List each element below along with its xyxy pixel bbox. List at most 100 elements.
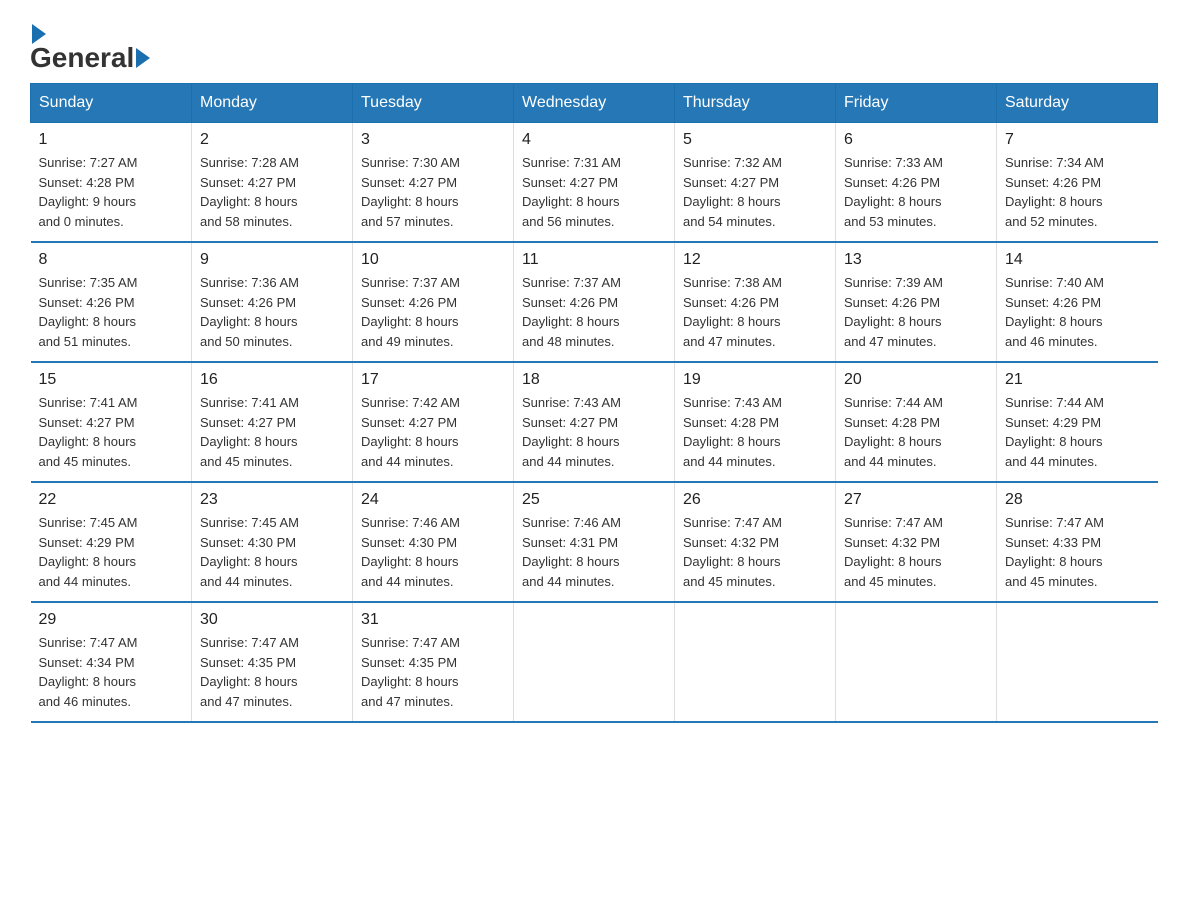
- day-info: Sunrise: 7:35 AM Sunset: 4:26 PM Dayligh…: [39, 273, 184, 351]
- logo: General: [30, 20, 150, 73]
- calendar-cell: 26 Sunrise: 7:47 AM Sunset: 4:32 PM Dayli…: [675, 482, 836, 602]
- day-info: Sunrise: 7:37 AM Sunset: 4:26 PM Dayligh…: [361, 273, 505, 351]
- calendar-cell: 9Sunrise: 7:36 AM Sunset: 4:26 PM Daylig…: [192, 242, 353, 362]
- calendar-cell: 6Sunrise: 7:33 AM Sunset: 4:26 PM Daylig…: [836, 123, 997, 243]
- day-number: 24: [361, 491, 505, 509]
- calendar-cell: 11 Sunrise: 7:37 AM Sunset: 4:26 PM Dayli…: [514, 242, 675, 362]
- logo-general-text2: General: [30, 42, 134, 74]
- day-info: Sunrise: 7:44 AM Sunset: 4:28 PM Dayligh…: [844, 393, 988, 471]
- day-info: Sunrise: 7:37 AM Sunset: 4:26 PM Dayligh…: [522, 273, 666, 351]
- calendar-cell: [997, 602, 1158, 722]
- day-info: Sunrise: 7:32 AM Sunset: 4:27 PM Dayligh…: [683, 153, 827, 231]
- day-number: 29: [39, 611, 184, 629]
- calendar-cell: 28 Sunrise: 7:47 AM Sunset: 4:33 PM Dayli…: [997, 482, 1158, 602]
- day-info: Sunrise: 7:46 AM Sunset: 4:31 PM Dayligh…: [522, 513, 666, 591]
- day-info: Sunrise: 7:38 AM Sunset: 4:26 PM Dayligh…: [683, 273, 827, 351]
- calendar-cell: [675, 602, 836, 722]
- day-number: 16: [200, 371, 344, 389]
- day-number: 1: [39, 131, 184, 149]
- day-info: Sunrise: 7:40 AM Sunset: 4:26 PM Dayligh…: [1005, 273, 1150, 351]
- calendar-cell: 4 Sunrise: 7:31 AM Sunset: 4:27 PM Daylig…: [514, 123, 675, 243]
- day-number: 7: [1005, 131, 1150, 149]
- day-info: Sunrise: 7:47 AM Sunset: 4:32 PM Dayligh…: [683, 513, 827, 591]
- calendar-cell: 24 Sunrise: 7:46 AM Sunset: 4:30 PM Dayli…: [353, 482, 514, 602]
- calendar-header-sunday: Sunday: [31, 84, 192, 123]
- day-number: 9: [200, 251, 344, 269]
- calendar-header-friday: Friday: [836, 84, 997, 123]
- calendar-header-row: SundayMondayTuesdayWednesdayThursdayFrid…: [31, 84, 1158, 123]
- day-number: 25: [522, 491, 666, 509]
- day-number: 12: [683, 251, 827, 269]
- day-number: 4: [522, 131, 666, 149]
- calendar-cell: 16 Sunrise: 7:41 AM Sunset: 4:27 PM Dayli…: [192, 362, 353, 482]
- day-info: Sunrise: 7:30 AM Sunset: 4:27 PM Dayligh…: [361, 153, 505, 231]
- day-number: 20: [844, 371, 988, 389]
- calendar-cell: 18 Sunrise: 7:43 AM Sunset: 4:27 PM Dayli…: [514, 362, 675, 482]
- calendar-cell: 14 Sunrise: 7:40 AM Sunset: 4:26 PM Dayli…: [997, 242, 1158, 362]
- day-number: 15: [39, 371, 184, 389]
- day-info: Sunrise: 7:41 AM Sunset: 4:27 PM Dayligh…: [200, 393, 344, 471]
- day-info: Sunrise: 7:47 AM Sunset: 4:35 PM Dayligh…: [361, 633, 505, 711]
- day-info: Sunrise: 7:27 AM Sunset: 4:28 PM Dayligh…: [39, 153, 184, 231]
- day-number: 8: [39, 251, 184, 269]
- calendar-cell: 8 Sunrise: 7:35 AM Sunset: 4:26 PM Daylig…: [31, 242, 192, 362]
- calendar-cell: 7 Sunrise: 7:34 AM Sunset: 4:26 PM Daylig…: [997, 123, 1158, 243]
- calendar-cell: 12 Sunrise: 7:38 AM Sunset: 4:26 PM Dayli…: [675, 242, 836, 362]
- day-number: 6: [844, 131, 988, 149]
- day-number: 19: [683, 371, 827, 389]
- day-number: 31: [361, 611, 505, 629]
- calendar-header-wednesday: Wednesday: [514, 84, 675, 123]
- day-number: 28: [1005, 491, 1150, 509]
- calendar-cell: 15 Sunrise: 7:41 AM Sunset: 4:27 PM Dayli…: [31, 362, 192, 482]
- calendar-cell: 13 Sunrise: 7:39 AM Sunset: 4:26 PM Dayli…: [836, 242, 997, 362]
- calendar-cell: 5 Sunrise: 7:32 AM Sunset: 4:27 PM Daylig…: [675, 123, 836, 243]
- calendar-cell: 3Sunrise: 7:30 AM Sunset: 4:27 PM Daylig…: [353, 123, 514, 243]
- day-info: Sunrise: 7:28 AM Sunset: 4:27 PM Dayligh…: [200, 153, 344, 231]
- calendar-table: SundayMondayTuesdayWednesdayThursdayFrid…: [30, 83, 1158, 723]
- day-number: 18: [522, 371, 666, 389]
- calendar-cell: [514, 602, 675, 722]
- day-number: 23: [200, 491, 344, 509]
- logo-triangle-icon: [32, 24, 46, 44]
- calendar-cell: 25 Sunrise: 7:46 AM Sunset: 4:31 PM Dayli…: [514, 482, 675, 602]
- day-number: 26: [683, 491, 827, 509]
- day-info: Sunrise: 7:46 AM Sunset: 4:30 PM Dayligh…: [361, 513, 505, 591]
- calendar-week-row: 29 Sunrise: 7:47 AM Sunset: 4:34 PM Dayli…: [31, 602, 1158, 722]
- day-number: 22: [39, 491, 184, 509]
- day-info: Sunrise: 7:45 AM Sunset: 4:30 PM Dayligh…: [200, 513, 344, 591]
- calendar-cell: 21Sunrise: 7:44 AM Sunset: 4:29 PM Dayli…: [997, 362, 1158, 482]
- day-number: 17: [361, 371, 505, 389]
- day-number: 10: [361, 251, 505, 269]
- calendar-header-monday: Monday: [192, 84, 353, 123]
- calendar-cell: 2 Sunrise: 7:28 AM Sunset: 4:27 PM Daylig…: [192, 123, 353, 243]
- day-info: Sunrise: 7:31 AM Sunset: 4:27 PM Dayligh…: [522, 153, 666, 231]
- day-number: 5: [683, 131, 827, 149]
- calendar-cell: 23 Sunrise: 7:45 AM Sunset: 4:30 PM Dayli…: [192, 482, 353, 602]
- calendar-cell: 27 Sunrise: 7:47 AM Sunset: 4:32 PM Dayli…: [836, 482, 997, 602]
- day-number: 30: [200, 611, 344, 629]
- calendar-header-thursday: Thursday: [675, 84, 836, 123]
- day-number: 13: [844, 251, 988, 269]
- calendar-cell: 22Sunrise: 7:45 AM Sunset: 4:29 PM Dayli…: [31, 482, 192, 602]
- calendar-cell: 31 Sunrise: 7:47 AM Sunset: 4:35 PM Dayli…: [353, 602, 514, 722]
- day-info: Sunrise: 7:47 AM Sunset: 4:33 PM Dayligh…: [1005, 513, 1150, 591]
- day-info: Sunrise: 7:41 AM Sunset: 4:27 PM Dayligh…: [39, 393, 184, 471]
- day-info: Sunrise: 7:47 AM Sunset: 4:35 PM Dayligh…: [200, 633, 344, 711]
- page-header: General: [30, 20, 1158, 73]
- calendar-cell: 30 Sunrise: 7:47 AM Sunset: 4:35 PM Dayli…: [192, 602, 353, 722]
- calendar-header-saturday: Saturday: [997, 84, 1158, 123]
- calendar-cell: [836, 602, 997, 722]
- day-number: 14: [1005, 251, 1150, 269]
- day-info: Sunrise: 7:43 AM Sunset: 4:28 PM Dayligh…: [683, 393, 827, 471]
- calendar-cell: 29 Sunrise: 7:47 AM Sunset: 4:34 PM Dayli…: [31, 602, 192, 722]
- day-info: Sunrise: 7:34 AM Sunset: 4:26 PM Dayligh…: [1005, 153, 1150, 231]
- day-number: 2: [200, 131, 344, 149]
- day-info: Sunrise: 7:42 AM Sunset: 4:27 PM Dayligh…: [361, 393, 505, 471]
- day-info: Sunrise: 7:47 AM Sunset: 4:34 PM Dayligh…: [39, 633, 184, 711]
- day-number: 11: [522, 251, 666, 269]
- day-info: Sunrise: 7:43 AM Sunset: 4:27 PM Dayligh…: [522, 393, 666, 471]
- day-info: Sunrise: 7:47 AM Sunset: 4:32 PM Dayligh…: [844, 513, 988, 591]
- day-number: 27: [844, 491, 988, 509]
- calendar-header-tuesday: Tuesday: [353, 84, 514, 123]
- day-info: Sunrise: 7:39 AM Sunset: 4:26 PM Dayligh…: [844, 273, 988, 351]
